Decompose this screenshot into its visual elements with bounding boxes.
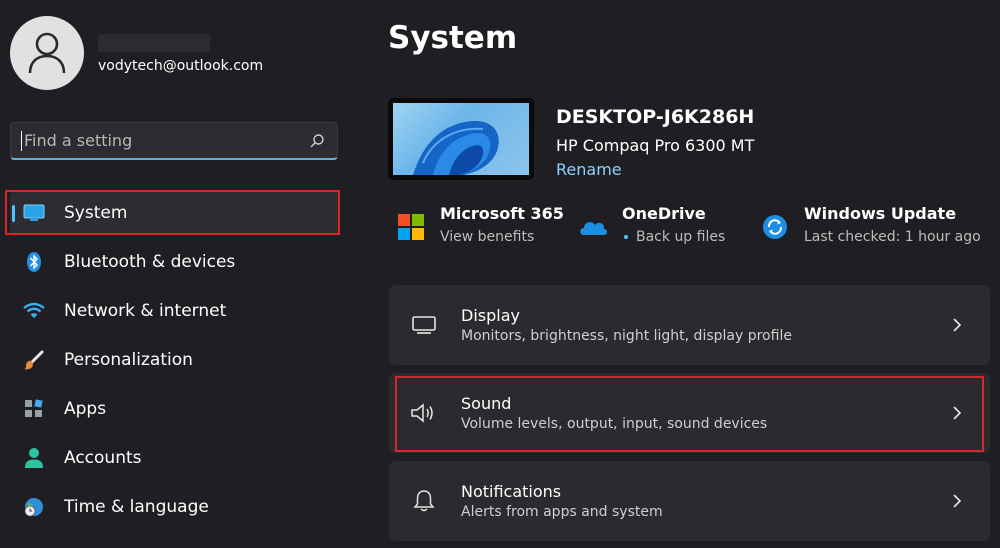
sidebar-item-label: Accounts [64, 448, 142, 468]
page-title: System [388, 20, 518, 56]
globe-clock-icon [22, 495, 46, 519]
apps-icon [22, 397, 46, 421]
quick-tile-subtitle: Last checked: 1 hour ago [804, 229, 981, 245]
person-icon [22, 446, 46, 470]
sidebar-item-accounts[interactable]: Accounts [10, 437, 340, 479]
device-model: HP Compaq Pro 6300 MT [556, 136, 755, 155]
quick-tile-subtitle: View benefits [440, 229, 535, 245]
card-subtitle: Alerts from apps and system [461, 504, 663, 520]
display-icon [409, 310, 439, 340]
speaker-icon [409, 398, 439, 428]
card-title: Display [461, 306, 520, 325]
card-title: Notifications [461, 482, 562, 501]
card-subtitle: Monitors, brightness, night light, displ… [461, 328, 792, 344]
person-silhouette-icon [28, 32, 66, 74]
sidebar-item-time-language[interactable]: Time & language [10, 486, 340, 528]
sidebar: vodytech@outlook.com System [0, 0, 360, 548]
quick-tile-title: Windows Update [804, 204, 957, 223]
card-subtitle: Volume levels, output, input, sound devi… [461, 416, 768, 432]
quick-tile-windows-update[interactable]: Windows Update Last checked: 1 hour ago [760, 204, 981, 245]
sidebar-item-bluetooth[interactable]: Bluetooth & devices [10, 241, 340, 283]
settings-card-display[interactable]: Display Monitors, brightness, night ligh… [389, 285, 990, 365]
sidebar-item-personalization[interactable]: Personalization [10, 339, 340, 381]
chevron-right-icon [942, 398, 972, 428]
quick-tile-microsoft-365[interactable]: Microsoft 365 View benefits [396, 204, 564, 245]
sidebar-item-network[interactable]: Network & internet [10, 290, 340, 332]
search-input[interactable] [22, 131, 297, 150]
bluetooth-icon [22, 250, 46, 274]
search-box[interactable] [10, 122, 338, 160]
quick-tile-subtitle: Back up files [636, 229, 726, 245]
sidebar-item-system[interactable]: System [10, 192, 340, 234]
bell-icon [409, 486, 439, 516]
sidebar-item-label: Apps [64, 399, 107, 419]
sidebar-item-label: Time & language [64, 497, 209, 517]
chevron-right-icon [942, 310, 972, 340]
quick-tile-title: Microsoft 365 [440, 204, 564, 223]
windows-update-icon [760, 212, 790, 242]
microsoft-logo-icon [396, 212, 426, 242]
settings-card-notifications[interactable]: Notifications Alerts from apps and syste… [389, 461, 990, 541]
device-name: DESKTOP-J6K286H [556, 106, 755, 128]
quick-tile-subtitle-row: Back up files [622, 229, 725, 245]
sidebar-item-label: Network & internet [64, 301, 227, 321]
account-name-redacted [98, 34, 210, 52]
search-icon[interactable] [297, 124, 337, 158]
sidebar-item-apps[interactable]: Apps [10, 388, 340, 430]
settings-window: vodytech@outlook.com System [0, 0, 1000, 548]
quick-tile-title: OneDrive [622, 204, 706, 223]
account-email: vodytech@outlook.com [98, 58, 264, 74]
settings-card-sound[interactable]: Sound Volume levels, output, input, soun… [389, 373, 990, 453]
sidebar-item-label: Personalization [64, 350, 193, 370]
quick-tile-onedrive[interactable]: OneDrive Back up files [578, 204, 725, 245]
card-title: Sound [461, 394, 512, 413]
chevron-right-icon [942, 486, 972, 516]
wifi-icon [22, 299, 46, 323]
rename-link[interactable]: Rename [556, 160, 622, 179]
status-dot [624, 235, 628, 239]
device-wallpaper-thumbnail [388, 98, 534, 180]
sidebar-item-label: System [64, 203, 128, 223]
avatar[interactable] [10, 16, 84, 90]
brush-icon [22, 348, 46, 372]
sidebar-item-label: Bluetooth & devices [64, 252, 236, 272]
monitor-icon [22, 201, 46, 225]
onedrive-cloud-icon [578, 212, 608, 242]
